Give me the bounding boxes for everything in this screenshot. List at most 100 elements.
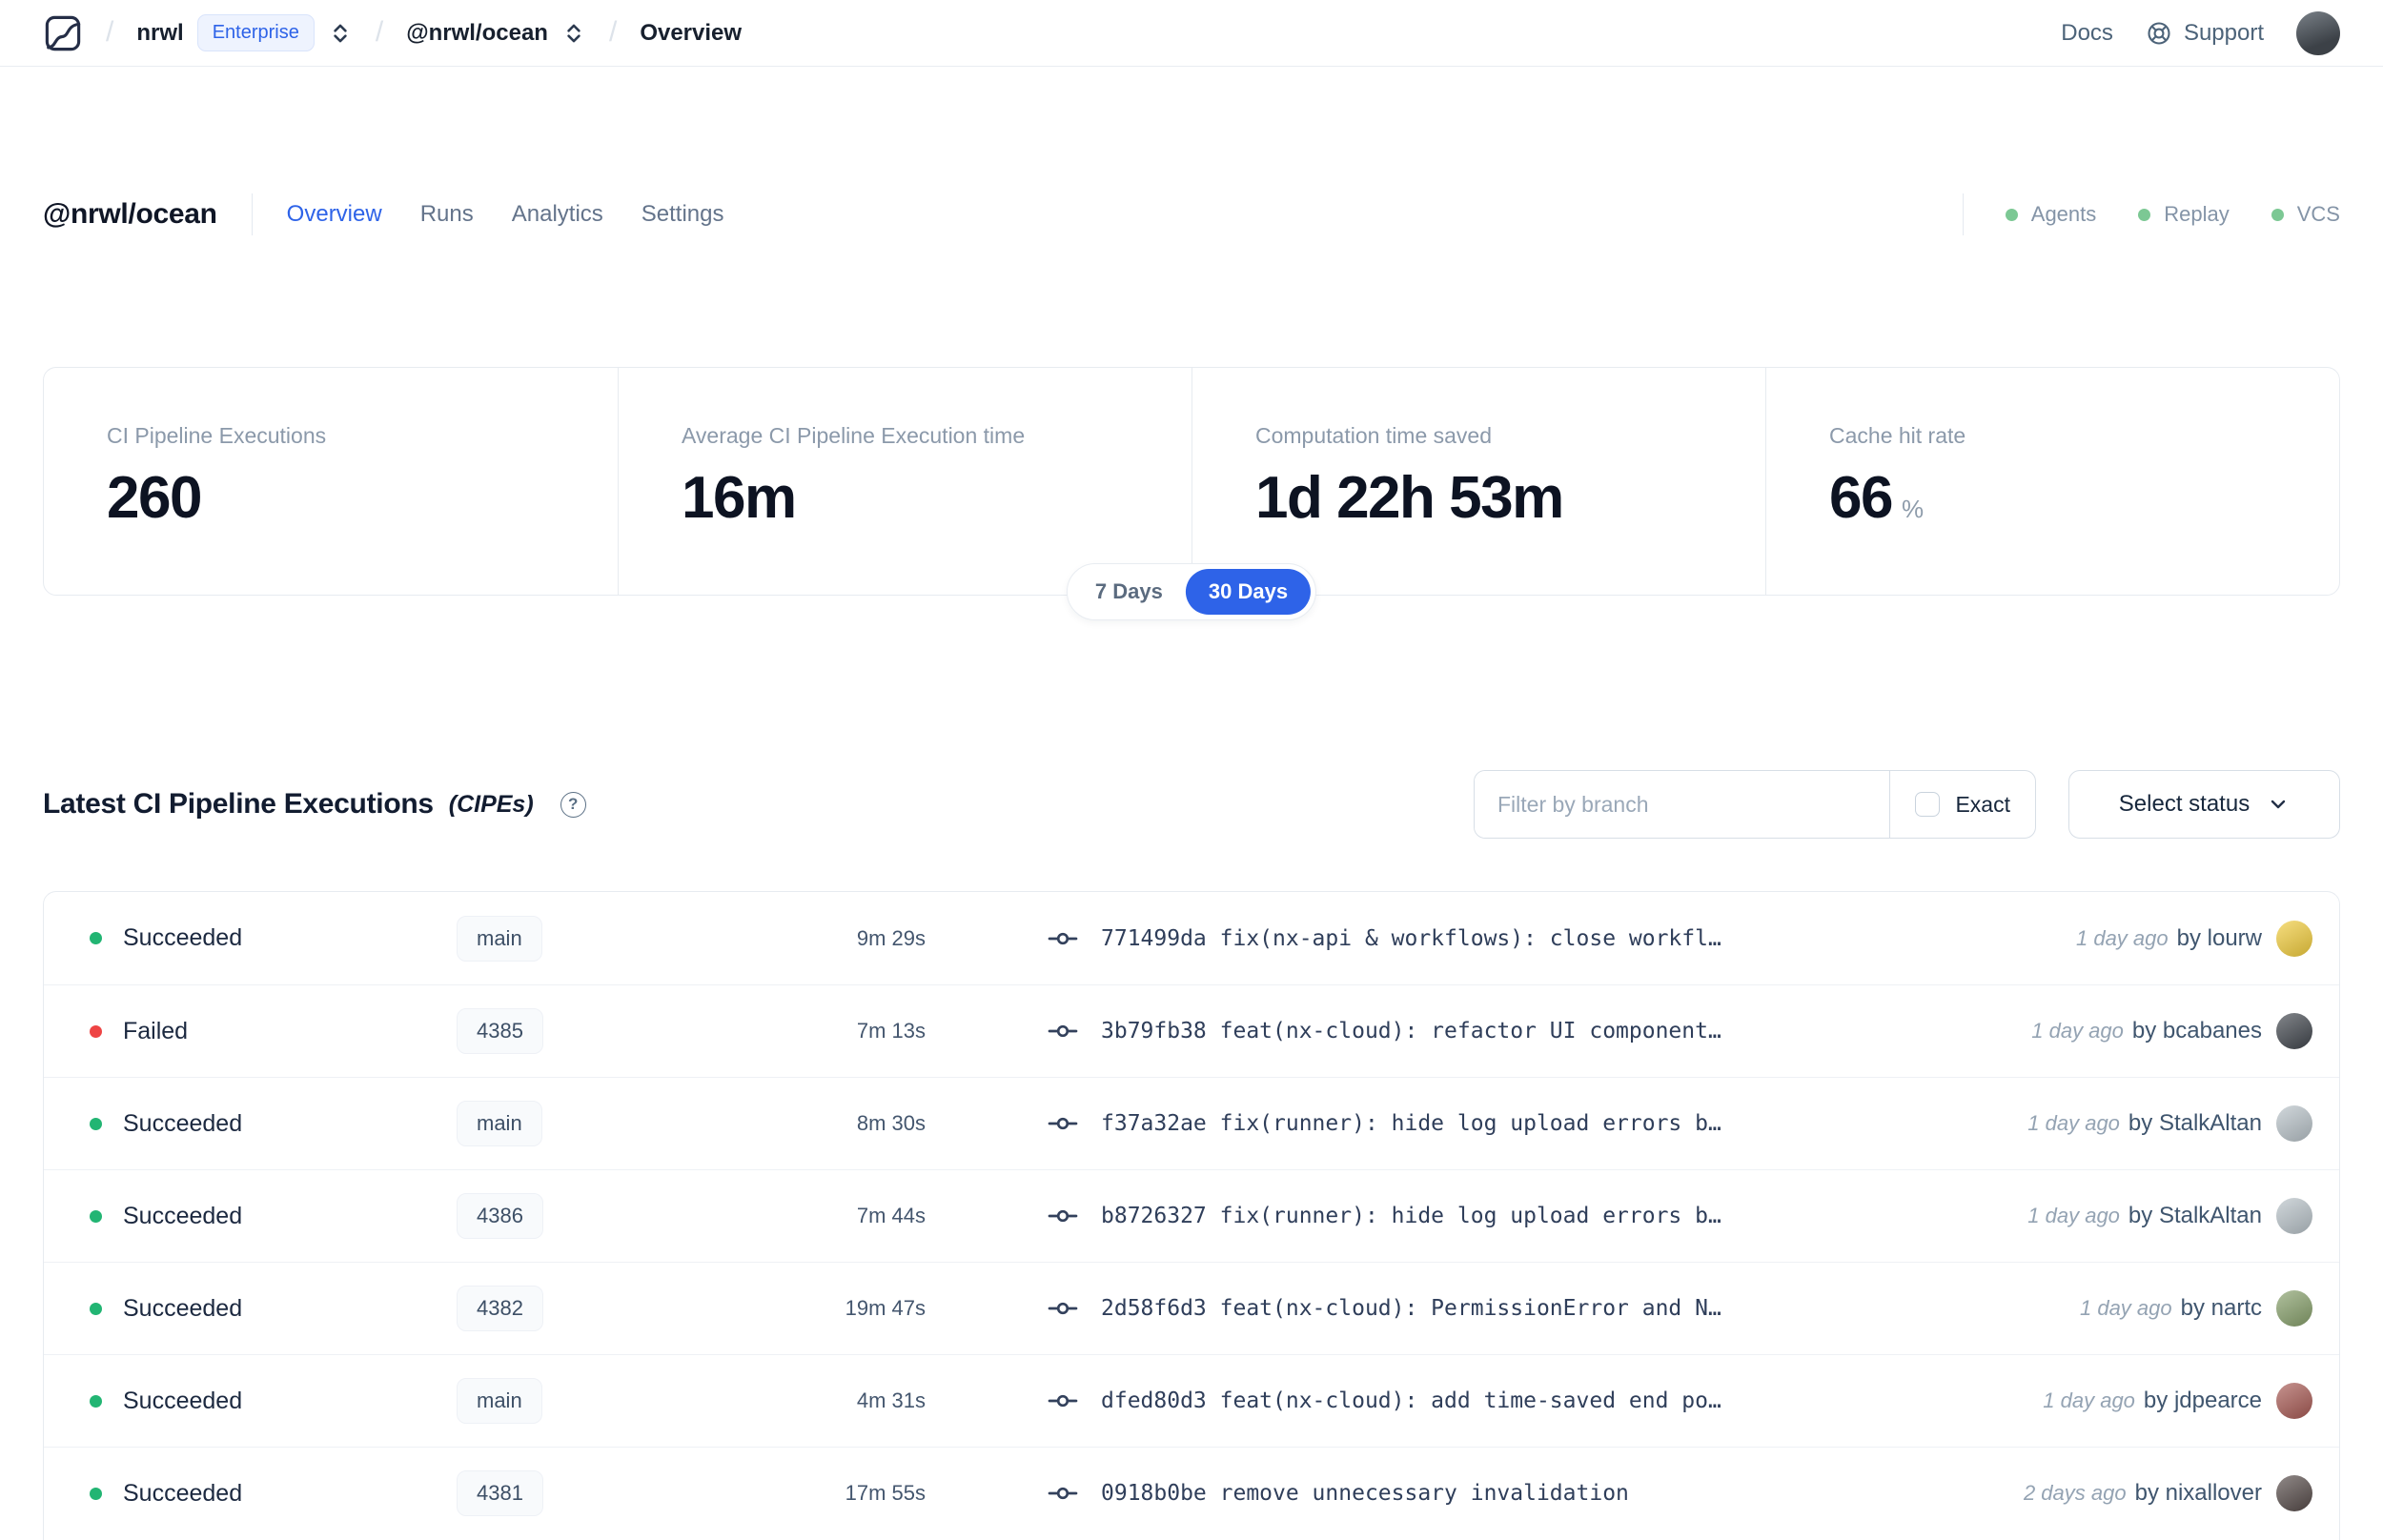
org-switcher-chevrons-icon[interactable] bbox=[328, 21, 353, 46]
tab-analytics[interactable]: Analytics bbox=[512, 201, 603, 228]
stat-unit: % bbox=[1901, 495, 1925, 523]
branch-badge[interactable]: main bbox=[457, 915, 542, 962]
git-commit-icon bbox=[1048, 932, 1078, 944]
service-label: VCS bbox=[2296, 202, 2340, 226]
time-ago: 2 days ago bbox=[2023, 1481, 2127, 1505]
cipe-row[interactable]: Succeeded 4381 17m 55s 0918b0be remove u… bbox=[44, 1447, 2339, 1539]
service-label: Agents bbox=[2030, 202, 2097, 226]
exact-match-toggle[interactable]: Exact bbox=[1890, 792, 2035, 818]
tab-overview[interactable]: Overview bbox=[287, 201, 382, 228]
org-name: nrwl bbox=[136, 19, 184, 46]
status-cell: Succeeded bbox=[90, 1480, 457, 1508]
author-avatar[interactable] bbox=[2276, 1105, 2312, 1142]
stat-label: CI Pipeline Executions bbox=[107, 423, 327, 448]
breadcrumb-separator: / bbox=[375, 15, 384, 48]
author-avatar[interactable] bbox=[2276, 1013, 2312, 1049]
time-ago: 1 day ago bbox=[2079, 1296, 2172, 1320]
workspace-header: @nrwl/ocean Overview Runs Analytics Sett… bbox=[0, 191, 2383, 238]
service-status-replay[interactable]: Replay bbox=[2138, 202, 2230, 227]
author-avatar[interactable] bbox=[2276, 1383, 2312, 1419]
branch-badge[interactable]: main bbox=[457, 1101, 542, 1146]
status-label: Succeeded bbox=[123, 1387, 243, 1414]
branch-filter-input[interactable] bbox=[1475, 771, 1890, 838]
workspace-title: @nrwl/ocean bbox=[43, 198, 217, 230]
author-cell: 2 days ago by nixallover bbox=[2024, 1475, 2312, 1511]
git-commit-icon bbox=[1048, 1487, 1078, 1500]
service-status-vcs[interactable]: VCS bbox=[2271, 202, 2340, 227]
cipe-row[interactable]: Succeeded main 4m 31s dfed80d3 feat(nx-c… bbox=[44, 1354, 2339, 1447]
status-label: Failed bbox=[123, 1017, 189, 1044]
commit-cell: 771499da fix(nx-api & workflows): close … bbox=[1048, 923, 2076, 954]
branch-badge[interactable]: 4381 bbox=[457, 1470, 543, 1516]
service-status-agents[interactable]: Agents bbox=[2005, 202, 2097, 227]
support-link[interactable]: Support bbox=[2146, 20, 2264, 47]
branch-filter-group: Exact bbox=[1474, 770, 2036, 839]
cipe-row[interactable]: Succeeded 4382 19m 47s 2d58f6d3 feat(nx-… bbox=[44, 1262, 2339, 1354]
breadcrumb-org[interactable]: nrwl Enterprise bbox=[136, 14, 353, 51]
toggle-30-days[interactable]: 30 Days bbox=[1185, 569, 1312, 615]
status-label: Succeeded bbox=[123, 1109, 243, 1137]
branch-cell: 4386 bbox=[457, 1193, 764, 1239]
git-commit-icon bbox=[1048, 1024, 1078, 1038]
stat-value: 1d 22h 53m bbox=[1255, 465, 1564, 531]
section-title-suffix: (CIPEs) bbox=[448, 790, 534, 818]
tab-runs[interactable]: Runs bbox=[420, 201, 474, 228]
cipe-row[interactable]: Failed 4385 7m 13s 3b79fb38 feat(nx-clou… bbox=[44, 984, 2339, 1077]
docs-link[interactable]: Docs bbox=[2061, 20, 2113, 47]
author-cell: 1 day ago by nartc bbox=[2080, 1290, 2312, 1327]
date-range-toggle: 7 Days 30 Days bbox=[1066, 563, 1317, 620]
branch-cell: 4381 bbox=[457, 1470, 764, 1516]
cipe-section-header: Latest CI Pipeline Executions (CIPEs) ? … bbox=[43, 770, 2340, 839]
commit-message: 2d58f6d3 feat(nx-cloud): PermissionError… bbox=[1101, 1296, 1721, 1321]
commit-cell: b8726327 fix(runner): hide log upload er… bbox=[1048, 1201, 2027, 1231]
nx-cloud-logo-icon[interactable] bbox=[43, 13, 83, 53]
duration: 17m 55s bbox=[845, 1481, 926, 1505]
branch-badge[interactable]: 4382 bbox=[457, 1286, 543, 1331]
help-icon[interactable]: ? bbox=[560, 791, 586, 818]
stat-cache-hit-rate: Cache hit rate 66% bbox=[1765, 368, 2339, 595]
cipe-title-group: Latest CI Pipeline Executions (CIPEs) ? bbox=[43, 788, 586, 821]
breadcrumb-page: Overview bbox=[640, 19, 743, 46]
cipe-row[interactable]: Succeeded main 9m 29s 771499da fix(nx-ap… bbox=[44, 892, 2339, 984]
commit-message: 0918b0be remove unnecessary invalidation bbox=[1101, 1481, 1629, 1506]
cipe-row[interactable]: Succeeded main 8m 30s f37a32ae fix(runne… bbox=[44, 1077, 2339, 1169]
branch-cell: main bbox=[457, 1101, 764, 1146]
commit-cell: 3b79fb38 feat(nx-cloud): refactor UI com… bbox=[1048, 1016, 2031, 1046]
time-ago: 1 day ago bbox=[2031, 1019, 2124, 1043]
duration: 7m 44s bbox=[856, 1204, 926, 1227]
branch-badge[interactable]: main bbox=[457, 1378, 542, 1424]
status-dot-icon bbox=[90, 1024, 102, 1038]
author-avatar[interactable] bbox=[2276, 1475, 2312, 1511]
commit-cell: dfed80d3 feat(nx-cloud): add time-saved … bbox=[1048, 1386, 2043, 1416]
author-avatar[interactable] bbox=[2276, 1198, 2312, 1234]
status-select-button[interactable]: Select status bbox=[2068, 770, 2340, 839]
stat-value: 260 bbox=[107, 465, 202, 531]
workspace-header-right: Agents Replay VCS bbox=[1962, 193, 2340, 235]
time-ago: 1 day ago bbox=[2027, 1204, 2120, 1227]
workspace-switcher-chevrons-icon[interactable] bbox=[561, 21, 586, 46]
status-cell: Succeeded bbox=[90, 1295, 457, 1323]
status-cell: Succeeded bbox=[90, 1110, 457, 1138]
service-label: Replay bbox=[2164, 202, 2230, 226]
author-name: by StalkAltan bbox=[2128, 1110, 2262, 1136]
branch-badge[interactable]: 4385 bbox=[457, 1008, 543, 1054]
branch-badge[interactable]: 4386 bbox=[457, 1193, 543, 1239]
commit-message: dfed80d3 feat(nx-cloud): add time-saved … bbox=[1101, 1388, 1721, 1413]
top-nav-bar: / nrwl Enterprise / @nrwl/ocean / Overvi… bbox=[0, 0, 2383, 67]
author-name: by nixallover bbox=[2134, 1480, 2262, 1506]
breadcrumb-separator: / bbox=[106, 15, 114, 48]
status-cell: Succeeded bbox=[90, 1388, 457, 1415]
breadcrumb-workspace[interactable]: @nrwl/ocean bbox=[406, 20, 586, 47]
author-avatar[interactable] bbox=[2276, 1290, 2312, 1327]
service-status-list: Agents Replay VCS bbox=[2005, 202, 2340, 227]
tab-settings[interactable]: Settings bbox=[642, 201, 724, 228]
toggle-7-days[interactable]: 7 Days bbox=[1072, 569, 1186, 615]
status-dot-icon bbox=[2005, 208, 2018, 221]
commit-message: 3b79fb38 feat(nx-cloud): refactor UI com… bbox=[1101, 1019, 1721, 1044]
branch-cell: main bbox=[457, 1378, 764, 1424]
user-avatar[interactable] bbox=[2296, 10, 2340, 55]
author-avatar[interactable] bbox=[2276, 920, 2312, 957]
stat-average-execution-time: Average CI Pipeline Execution time 16m bbox=[618, 368, 1192, 595]
cipe-row[interactable]: Succeeded 4386 7m 44s b8726327 fix(runne… bbox=[44, 1169, 2339, 1262]
exact-checkbox[interactable] bbox=[1915, 792, 1941, 817]
